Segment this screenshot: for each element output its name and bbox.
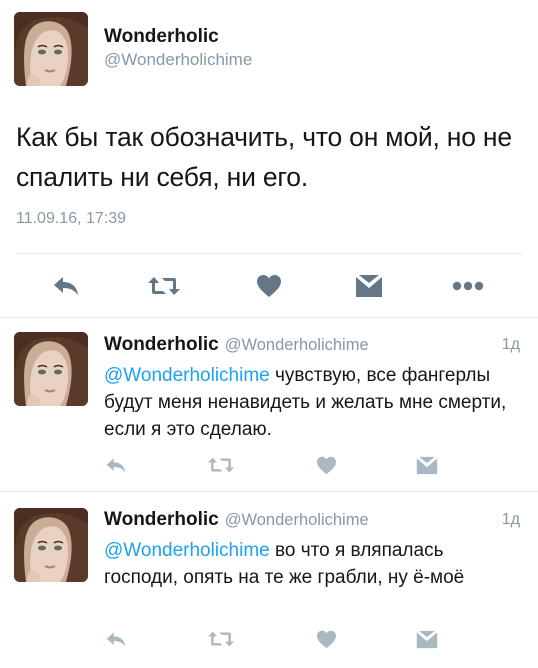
reply-header: Wonderholic @Wonderholichime	[104, 334, 369, 356]
reply-icon	[54, 277, 78, 295]
divider	[16, 253, 522, 254]
message-icon	[416, 630, 438, 648]
reply-time: 1д	[501, 336, 520, 353]
avatar[interactable]	[14, 508, 88, 582]
message-button[interactable]	[413, 627, 441, 651]
reply-tweet[interactable]: Wonderholic @Wonderholichime 1д @Wonderho…	[0, 318, 538, 491]
retweet-icon	[207, 457, 235, 473]
message-icon	[416, 456, 438, 474]
reply-text: @Wonderholichime во что я вляпалась госп…	[104, 537, 522, 591]
author-handle[interactable]: @Wonderholichime	[225, 511, 369, 529]
like-icon	[316, 456, 336, 474]
retweet-icon	[148, 277, 180, 295]
avatar[interactable]	[14, 332, 88, 406]
retweet-icon	[207, 631, 235, 647]
reply-time: 1д	[501, 511, 520, 528]
like-icon	[257, 275, 281, 297]
author-name[interactable]: Wonderholic	[104, 509, 219, 530]
author-handle[interactable]: @Wonderholichime	[104, 50, 252, 70]
reply-button[interactable]	[48, 272, 84, 300]
author-handle[interactable]: @Wonderholichime	[225, 336, 369, 354]
like-icon	[316, 630, 336, 648]
author-name[interactable]: Wonderholic	[104, 334, 219, 355]
reply-text: @Wonderholichime чувствую, все фангерлы …	[104, 362, 522, 443]
reply-tweet[interactable]: Wonderholic @Wonderholichime 1д @Wonderho…	[0, 492, 538, 668]
retweet-button[interactable]	[144, 272, 184, 300]
tweet-text: Как бы так обозначить, что он мой, но не…	[16, 122, 512, 192]
reply-icon	[106, 632, 126, 646]
tweet-timestamp: 11.09.16, 17:39	[16, 210, 127, 227]
like-button[interactable]	[252, 272, 286, 300]
reply-header: Wonderholic @Wonderholichime	[104, 509, 369, 531]
mention-link[interactable]: @Wonderholichime	[104, 365, 270, 386]
like-button[interactable]	[312, 628, 340, 650]
reply-button[interactable]	[102, 454, 130, 476]
message-button[interactable]	[352, 271, 386, 301]
message-icon	[356, 275, 382, 297]
avatar[interactable]	[14, 12, 88, 86]
more-icon	[452, 281, 484, 291]
main-tweet: Wonderholic @Wonderholichime Как бы так …	[0, 0, 538, 316]
like-button[interactable]	[312, 454, 340, 476]
reply-button[interactable]	[102, 628, 130, 650]
more-button[interactable]	[448, 272, 488, 300]
retweet-button[interactable]	[204, 628, 238, 650]
retweet-button[interactable]	[204, 454, 238, 476]
author-name[interactable]: Wonderholic	[104, 26, 219, 48]
reply-icon	[106, 458, 126, 472]
mention-link[interactable]: @Wonderholichime	[104, 540, 270, 561]
message-button[interactable]	[413, 453, 441, 477]
